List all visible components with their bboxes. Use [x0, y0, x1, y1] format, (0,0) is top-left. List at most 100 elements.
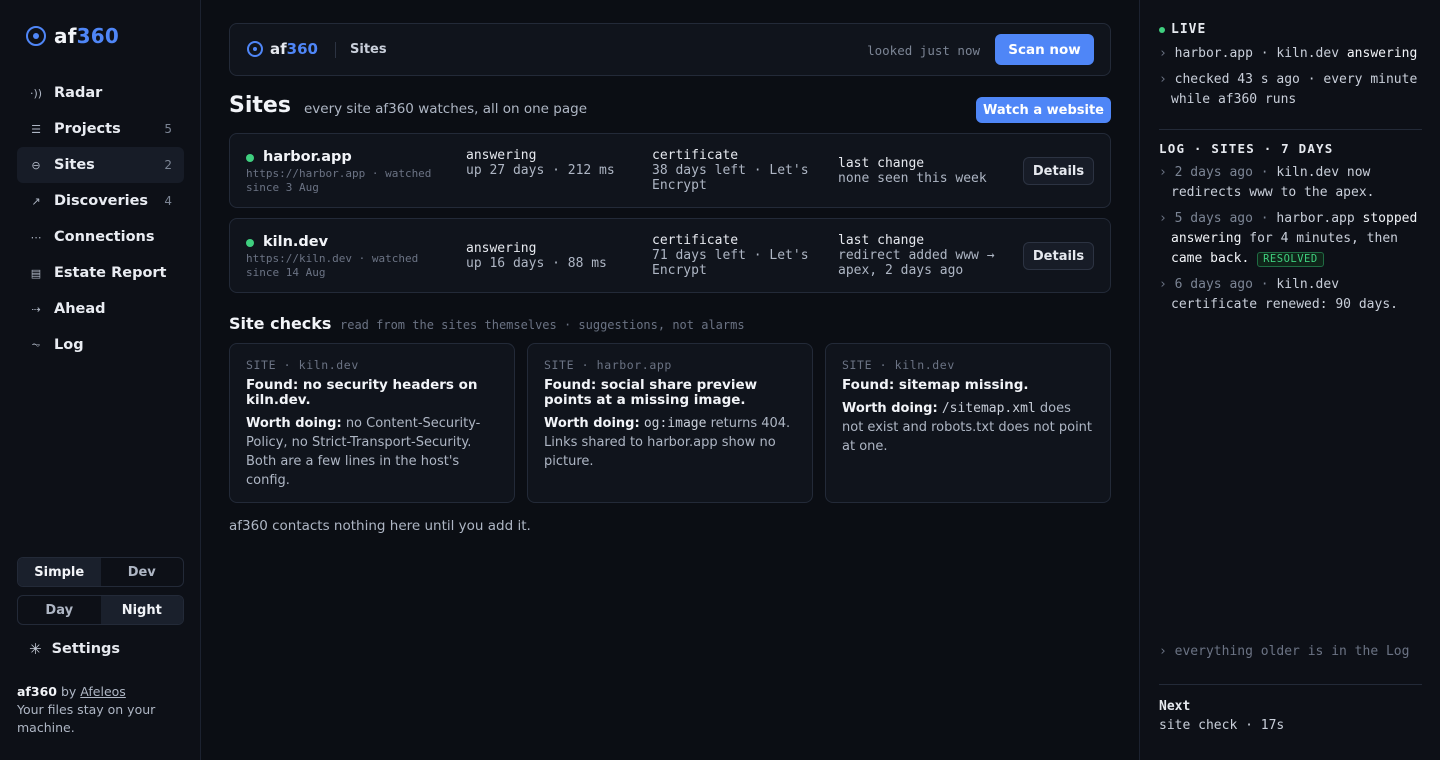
card-body: Worth doing: /sitemap.xml does not exist… [842, 401, 1093, 454]
settings-label: Settings [51, 641, 121, 657]
brand-name: af360 [54, 24, 119, 48]
section-title: Site checks [229, 314, 332, 333]
card-finding: Found: no security headers on kiln.dev. [246, 377, 478, 408]
card-finding: Found: sitemap missing. [842, 377, 1029, 393]
details-button[interactable]: Details [1023, 157, 1094, 185]
activity-panel: LIVE › harbor.app · kiln.dev answering ›… [1139, 0, 1440, 760]
site-certificate: certificate 38 days left · Let's Encrypt [652, 148, 809, 193]
nav-item-estate-report[interactable]: ▤ Estate Report [17, 255, 184, 291]
older-log-link[interactable]: › everything older is in the Log [1159, 644, 1409, 659]
site-name: kiln.dev [263, 234, 329, 250]
sites-icon: ⊖ [31, 158, 41, 172]
log-feed: › 2 days ago · kiln.dev now redirects ww… [1159, 163, 1422, 321]
projects-icon: ☰ [31, 122, 41, 136]
check-card: SITE · kiln.dev Found: no security heade… [229, 343, 515, 503]
status-dot-icon [246, 239, 254, 247]
live-header: LIVE [1159, 22, 1206, 37]
topbar-logo[interactable]: af360 [247, 40, 318, 58]
connections-icon: ⋯ [30, 230, 42, 244]
log-title: LOG · SITES · 7 DAYS [1159, 141, 1334, 156]
page-subtitle: every site af360 watches, all on one pag… [304, 101, 587, 117]
last-scan-status: looked just now [867, 43, 980, 58]
nav-label: Radar [54, 85, 103, 101]
theme-toggle: Day Night [17, 595, 184, 625]
next-value: site check · 17s [1159, 718, 1285, 733]
divider [1159, 129, 1422, 130]
theme-night-button[interactable]: Night [100, 596, 183, 624]
estate-report-icon: ▤ [30, 266, 42, 280]
radar-icon: ·)) [29, 86, 43, 100]
discoveries-icon: ↗ [31, 194, 41, 208]
details-button[interactable]: Details [1023, 242, 1094, 270]
nav-item-projects[interactable]: ☰ Projects 5 [17, 111, 184, 147]
check-card: SITE · harbor.app Found: social share pr… [527, 343, 813, 503]
watch-website-button[interactable]: Watch a website [976, 97, 1111, 123]
live-line: › checked 43 s ago · every minute while … [1159, 72, 1418, 107]
log-icon: ⏦ [31, 338, 41, 351]
site-certificate: certificate 71 days left · Let's Encrypt [652, 233, 809, 278]
top-bar: af360 Sites looked just now Scan now [229, 23, 1111, 76]
card-body: Worth doing: og:image returns 404. Links… [544, 416, 791, 469]
nav-label: Sites [54, 157, 95, 173]
live-line: › harbor.app · kiln.dev answering [1159, 46, 1418, 61]
sidebar: af360 ·)) Radar ☰ Projects 5 ⊖ Sites 2 ↗… [0, 0, 201, 760]
page-title: Sites [229, 93, 291, 118]
resolved-badge: RESOLVED [1257, 252, 1324, 267]
divider [1159, 684, 1422, 685]
live-feed: › harbor.app · kiln.dev answering › chec… [1159, 44, 1422, 116]
logo-ring-icon [247, 41, 263, 57]
site-row: harbor.app https://harbor.app · watched … [229, 133, 1111, 208]
card-tag: SITE · harbor.app [544, 358, 672, 372]
site-name: harbor.app [263, 149, 352, 165]
card-tag: SITE · kiln.dev [246, 358, 359, 372]
card-finding: Found: social share preview points at a … [544, 377, 758, 408]
card-tag: SITE · kiln.dev [842, 358, 955, 372]
main-nav: ·)) Radar ☰ Projects 5 ⊖ Sites 2 ↗ Disco… [17, 75, 184, 363]
breadcrumb: Sites [350, 42, 387, 57]
settings-link[interactable]: ✳ Settings [29, 640, 120, 658]
nav-item-log[interactable]: ⏦ Log [17, 327, 184, 363]
footer-note: af360 contacts nothing here until you ad… [229, 518, 531, 534]
next-title: Next [1159, 699, 1191, 714]
site-last-change: last change redirect added www → apex, 2 … [838, 233, 995, 278]
check-card: SITE · kiln.dev Found: sitemap missing. … [825, 343, 1111, 503]
nav-label: Discoveries [54, 193, 149, 209]
section-subtitle: read from the sites themselves · suggest… [340, 318, 745, 332]
nav-item-connections[interactable]: ⋯ Connections [17, 219, 184, 255]
card-body: Worth doing: no Content-Security-Policy,… [246, 416, 481, 488]
status-dot-icon [246, 154, 254, 162]
site-meta: https://harbor.app · watched since 3 Aug [246, 167, 432, 194]
nav-label: Ahead [54, 301, 106, 317]
credit: af360 by Afeleos Your files stay on your… [17, 684, 156, 735]
nav-count: 5 [164, 122, 172, 136]
nav-item-sites[interactable]: ⊖ Sites 2 [17, 147, 184, 183]
site-status: answering up 16 days · 88 ms [466, 241, 607, 271]
credit-tagline: Your files stay on your machine. [17, 702, 156, 735]
nav-label: Connections [54, 229, 155, 245]
log-entry: › 5 days ago · harbor.app stopped answer… [1159, 211, 1418, 267]
brand-logo[interactable]: af360 [26, 24, 119, 48]
live-dot-icon [1159, 26, 1165, 33]
site-status: answering up 27 days · 212 ms [466, 148, 615, 178]
divider [335, 42, 336, 58]
site-meta: https://kiln.dev · watched since 14 Aug [246, 252, 419, 279]
gear-icon: ✳ [29, 640, 42, 658]
nav-item-ahead[interactable]: ⇢ Ahead [17, 291, 184, 327]
theme-day-button[interactable]: Day [18, 596, 101, 624]
nav-label: Projects [54, 121, 121, 137]
log-entry: › 6 days ago · kiln.dev certificate rene… [1159, 277, 1398, 312]
ahead-icon: ⇢ [31, 302, 41, 316]
nav-item-discoveries[interactable]: ↗ Discoveries 4 [17, 183, 184, 219]
mode-dev-button[interactable]: Dev [101, 558, 184, 586]
nav-label: Log [54, 337, 84, 353]
scan-now-button[interactable]: Scan now [995, 34, 1094, 65]
mode-toggle: Simple Dev [17, 557, 184, 587]
site-last-change: last change none seen this week [838, 156, 987, 186]
nav-count: 2 [164, 158, 172, 172]
logo-ring-icon [26, 26, 46, 46]
nav-item-radar[interactable]: ·)) Radar [17, 75, 184, 111]
nav-label: Estate Report [54, 265, 167, 281]
author-link[interactable]: Afeleos [80, 684, 126, 699]
mode-simple-button[interactable]: Simple [18, 558, 101, 586]
nav-count: 4 [164, 194, 172, 208]
